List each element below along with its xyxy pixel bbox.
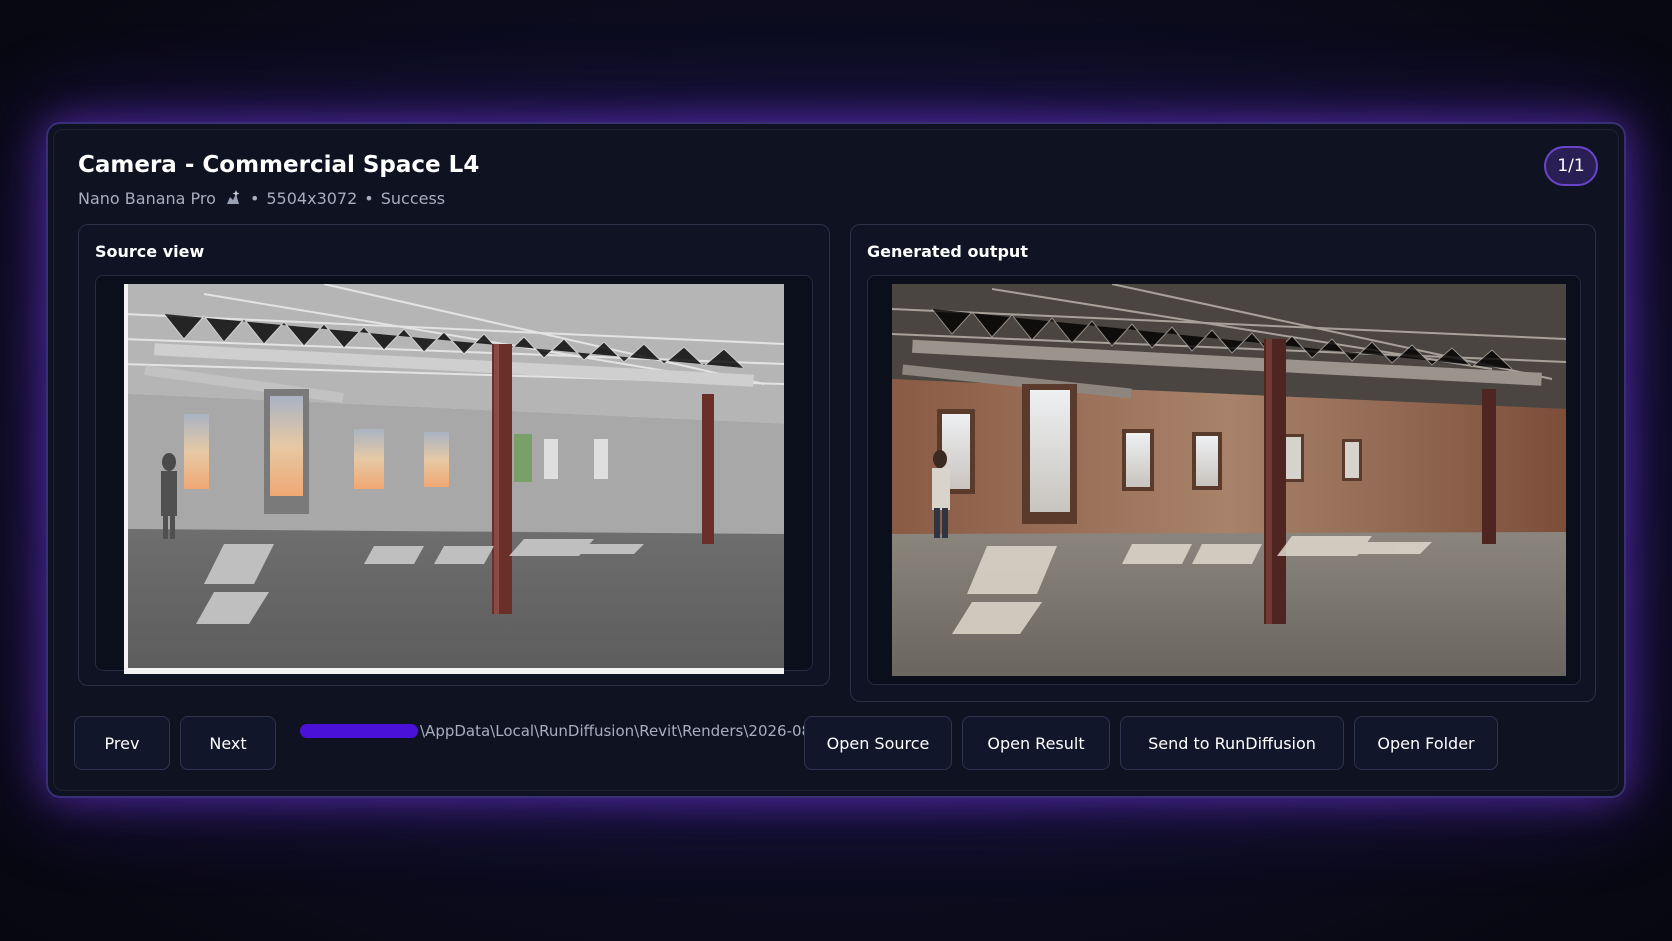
output-image-frame (867, 275, 1581, 685)
source-image-frame (95, 275, 813, 674)
source-render-image[interactable] (124, 284, 784, 674)
open-result-button[interactable]: Open Result (962, 716, 1110, 770)
status-text: Success (380, 188, 446, 208)
file-path: \AppData\Local\RunDiffusion\Revit\Render… (300, 720, 830, 742)
model-name: Nano Banana Pro (78, 188, 216, 208)
prev-button[interactable]: Prev (74, 716, 170, 770)
meta-separator: • (364, 188, 374, 208)
source-view-panel: Source view (78, 224, 830, 686)
file-path-text: \AppData\Local\RunDiffusion\Revit\Render… (420, 722, 830, 740)
camera-title: Camera - Commercial Space L4 (78, 152, 480, 178)
page-counter-badge: 1/1 (1544, 146, 1598, 186)
resolution-text: 5504x3072 (266, 188, 358, 208)
source-view-label: Source view (95, 242, 205, 261)
open-source-button[interactable]: Open Source (804, 716, 952, 770)
render-meta: Nano Banana Pro • 5504x3072 • Success (78, 188, 445, 208)
send-to-rundiffusion-button[interactable]: Send to RunDiffusion (1120, 716, 1344, 770)
open-folder-button[interactable]: Open Folder (1354, 716, 1498, 770)
generated-output-label: Generated output (867, 242, 1028, 261)
generated-output-panel: Generated output (850, 224, 1596, 702)
meta-separator: • (249, 188, 260, 208)
redacted-path-segment (300, 724, 418, 738)
render-result-card: Camera - Commercial Space L4 Nano Banana… (46, 122, 1626, 798)
next-button[interactable]: Next (180, 716, 276, 770)
sparkle-puzzle-icon (223, 188, 243, 208)
output-render-image[interactable] (892, 284, 1566, 676)
